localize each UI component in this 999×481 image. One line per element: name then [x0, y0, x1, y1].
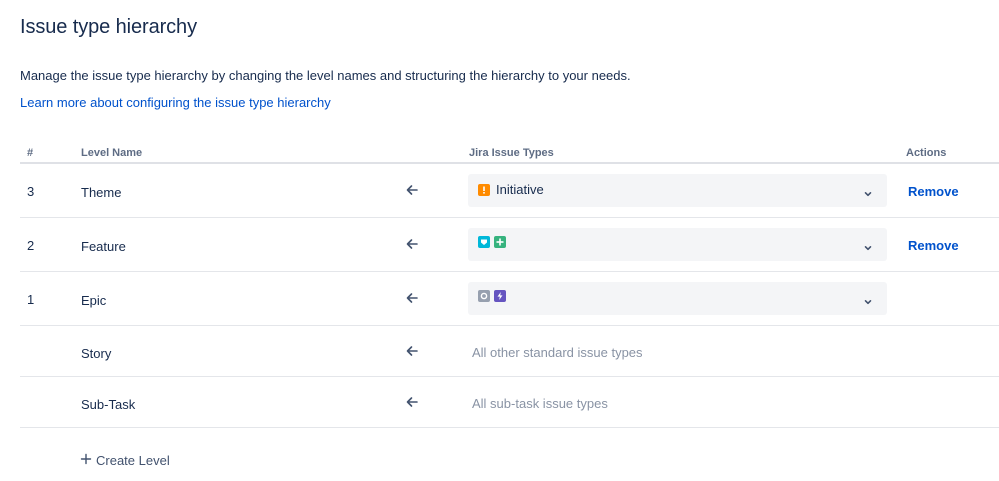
- feature-icon: [478, 236, 490, 248]
- create-level-label: Create Level: [96, 453, 170, 468]
- arrow-left-icon: [405, 237, 419, 251]
- header-num: #: [27, 147, 34, 159]
- create-level-button[interactable]: Create Level: [80, 453, 170, 468]
- arrow-left-icon: [405, 291, 419, 305]
- table-row: 1 Epic: [20, 272, 999, 326]
- issue-type-select[interactable]: [468, 228, 887, 261]
- chevron-down-icon: [863, 186, 873, 197]
- remove-button[interactable]: Remove: [908, 238, 959, 253]
- issue-type-select[interactable]: Initiative: [468, 174, 887, 207]
- arrow-left-icon: [405, 395, 419, 409]
- level-number: 2: [27, 238, 35, 253]
- header-jira-issue-types: Jira Issue Types: [469, 147, 554, 159]
- initiative-icon: [478, 183, 490, 196]
- issue-type-select[interactable]: [468, 282, 887, 315]
- table-row: Sub-Task All sub-task issue types: [20, 377, 999, 428]
- arrow-left-icon: [405, 183, 419, 197]
- issue-type-label: Initiative: [496, 182, 544, 197]
- epic-icon: [478, 290, 490, 302]
- plus-icon: [80, 453, 92, 468]
- issue-types-description: All other standard issue types: [472, 345, 643, 360]
- table-row: 3 Theme Initiative Remove: [20, 164, 999, 218]
- level-name: Epic: [81, 293, 107, 308]
- page-description: Manage the issue type hierarchy by chang…: [20, 68, 631, 83]
- improvement-icon: [494, 236, 506, 248]
- table-header: # Level Name Jira Issue Types Actions: [20, 143, 999, 164]
- level-name: Story: [81, 346, 112, 361]
- chevron-down-icon: [863, 240, 873, 251]
- remove-button[interactable]: Remove: [908, 184, 959, 199]
- epic-purple-icon: [494, 290, 506, 302]
- table-row: Story All other standard issue types: [20, 326, 999, 377]
- hierarchy-table: # Level Name Jira Issue Types Actions 3 …: [20, 143, 999, 428]
- issue-types-description: All sub-task issue types: [472, 396, 608, 411]
- chevron-down-icon: [863, 294, 873, 305]
- level-number: 1: [27, 292, 35, 307]
- arrow-left-icon: [405, 344, 419, 358]
- learn-more-link[interactable]: Learn more about configuring the issue t…: [20, 95, 331, 110]
- table-row: 2 Feature Remove: [20, 218, 999, 272]
- level-name: Theme: [81, 185, 122, 200]
- header-actions: Actions: [906, 147, 947, 159]
- level-number: 3: [27, 184, 35, 199]
- page-title: Issue type hierarchy: [20, 16, 197, 38]
- level-name: Feature: [81, 239, 126, 254]
- level-name: Sub-Task: [81, 397, 136, 412]
- header-level-name: Level Name: [81, 147, 143, 159]
